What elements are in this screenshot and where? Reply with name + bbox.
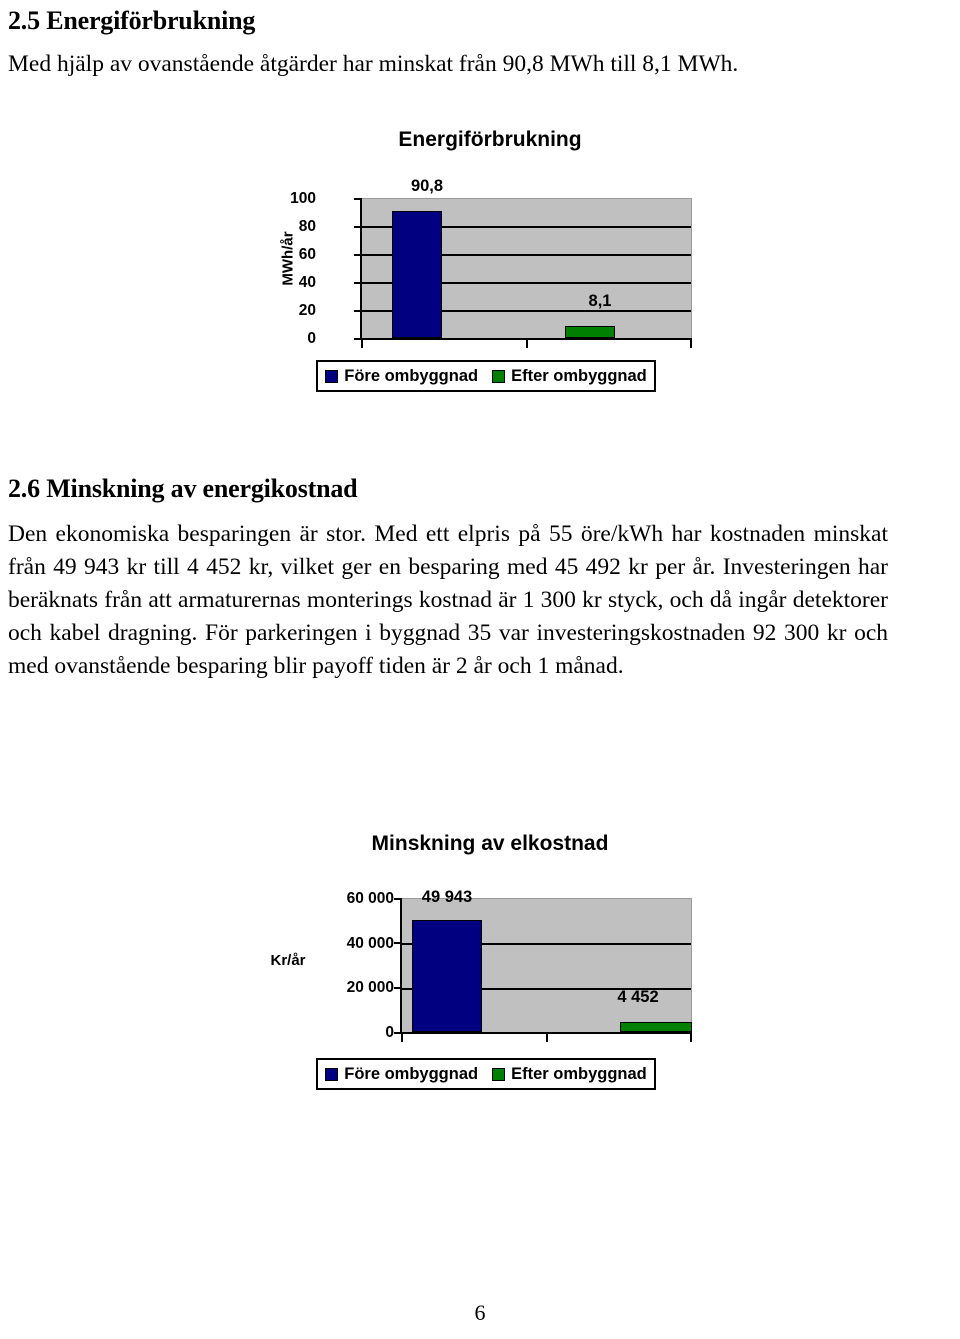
y-tick-label: 40 (298, 274, 316, 291)
x-tick-mark (361, 338, 363, 348)
x-tick-mark (401, 1032, 403, 1042)
y-tick-label: 100 (290, 190, 316, 207)
y-tick-mark (354, 282, 362, 284)
chart-y-axis-title: Kr/år (270, 952, 306, 969)
bar-fore-ombyggnad (412, 920, 482, 1032)
section-paragraph-2-5: Med hjälp av ovanstående åtgärder har mi… (8, 51, 739, 77)
legend-entry-fore: Före ombyggnad (325, 367, 478, 386)
section-paragraph-2-6: Den ekonomiska besparingen är stor. Med … (8, 521, 888, 679)
bar-fore-ombyggnad (392, 211, 442, 338)
y-tick-label: 20 000 (346, 979, 394, 996)
legend-label: Efter ombyggnad (511, 1064, 647, 1083)
y-tick-label: 0 (307, 330, 316, 347)
bar-value-label: 8,1 (588, 292, 612, 310)
y-axis-line (400, 898, 402, 1034)
legend-swatch-icon (325, 369, 339, 383)
chart-minskning-av-elkostnad: Minskning av elkostnad Kr/år 60 000 40 0… (0, 820, 960, 1110)
y-tick-label: 0 (385, 1024, 394, 1041)
page-number: 6 (474, 1300, 486, 1325)
y-tick-label: 40 000 (346, 935, 394, 952)
legend-label: Efter ombyggnad (511, 366, 647, 385)
y-tick-label: 60 000 (346, 890, 394, 907)
bar-efter-ombyggnad (620, 1022, 692, 1032)
legend-entry-efter: Efter ombyggnad (492, 1065, 647, 1084)
y-axis-line (360, 198, 362, 340)
y-tick-mark (354, 310, 362, 312)
x-tick-mark (546, 1032, 548, 1042)
bar-value-label: 90,8 (410, 177, 444, 195)
bar-value-label: 4 452 (617, 988, 659, 1006)
section-heading-2-5: 2.5 Energiförbrukning (8, 6, 256, 35)
bar-value-label: 49 943 (421, 888, 473, 906)
legend-entry-efter: Efter ombyggnad (492, 367, 647, 386)
chart-plot-area (402, 898, 692, 1032)
chart-energifoerbrukning: Energiförbrukning MWh/år 100 80 60 40 20… (0, 110, 960, 410)
x-tick-mark (690, 1032, 692, 1042)
document-page: 2.5 Energiförbrukning Med hjälp av ovans… (0, 0, 960, 1339)
legend-label: Före ombyggnad (344, 1064, 479, 1083)
y-tick-label: 60 (298, 246, 316, 263)
bar-efter-ombyggnad (565, 326, 615, 338)
y-tick-mark (354, 198, 362, 200)
chart-legend: Före ombyggnad Efter ombyggnad (316, 360, 656, 392)
legend-label: Före ombyggnad (344, 366, 479, 385)
y-tick-mark (354, 226, 362, 228)
chart-legend: Före ombyggnad Efter ombyggnad (316, 1058, 656, 1090)
legend-swatch-icon (325, 1067, 339, 1081)
x-tick-mark (690, 338, 692, 348)
y-tick-mark (354, 254, 362, 256)
legend-swatch-icon (492, 1067, 506, 1081)
x-tick-mark (526, 338, 528, 348)
y-tick-mark (394, 987, 402, 989)
chart-plot-area (362, 198, 692, 338)
chart-title: Energiförbrukning (398, 128, 582, 151)
y-tick-label: 80 (298, 218, 316, 235)
section-heading-2-6: 2.6 Minskning av energikostnad (8, 474, 358, 503)
chart-title: Minskning av elkostnad (371, 832, 609, 855)
legend-swatch-icon (492, 369, 506, 383)
y-tick-mark (394, 942, 402, 944)
y-tick-label: 20 (298, 302, 316, 319)
legend-entry-fore: Före ombyggnad (325, 1065, 478, 1084)
